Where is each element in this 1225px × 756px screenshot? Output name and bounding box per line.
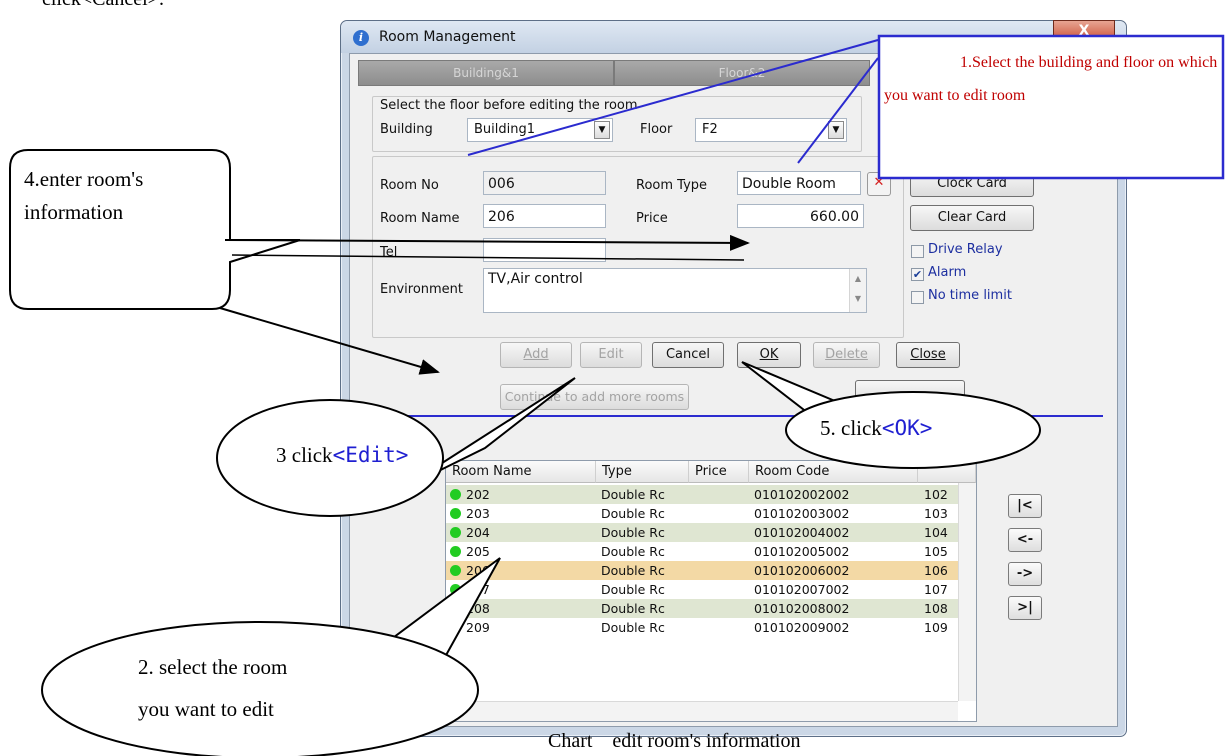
step2-callout-bubble [41, 621, 479, 756]
step4-arrow-environment [219, 307, 440, 375]
step1-callout-text: 1.Select the building and floor on which… [884, 54, 1218, 104]
edit-button-reference: <Edit> [332, 443, 409, 467]
ok-button-reference: <OK> [881, 416, 933, 440]
step5-prefix: 5. click [820, 416, 882, 440]
step4-callout-text: 4.enter room's information [24, 167, 144, 224]
figure-caption: Chart edit room's information [548, 730, 801, 752]
step3-callout-text: 3 click<Edit> [276, 443, 408, 468]
step2-callout-line2: you want to edit [138, 697, 274, 721]
step5-callout-text: 5. click<OK> [820, 416, 932, 441]
annotation-overlay [9, 34, 1225, 756]
step4-arrow-guide [231, 254, 745, 261]
step1-connector-line [797, 57, 879, 164]
step4-arrow-price [224, 234, 750, 251]
step3-prefix: 3 click [276, 443, 333, 467]
step2-callout-line1: 2. select the room [138, 655, 288, 679]
